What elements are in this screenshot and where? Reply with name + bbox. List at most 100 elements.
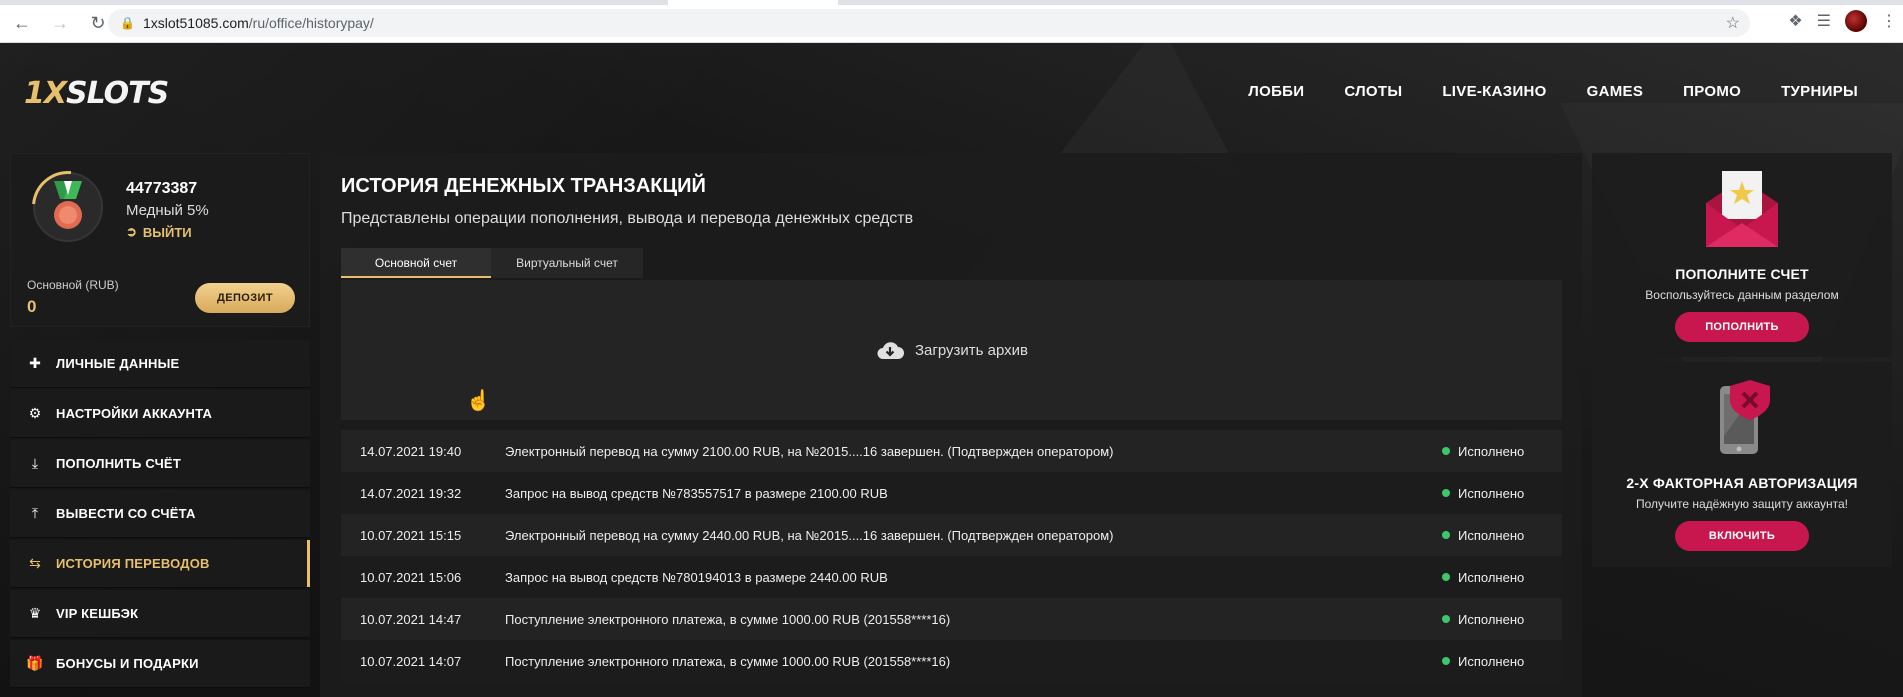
user-add-icon: ✚ bbox=[29, 355, 41, 371]
status-badge: Исполнено bbox=[1442, 486, 1562, 501]
nav-games[interactable]: GAMES bbox=[1587, 83, 1644, 100]
profile-avatar[interactable] bbox=[1845, 10, 1867, 32]
account-tabs: Основной счет Виртуальный счет bbox=[341, 248, 643, 278]
deposit-button[interactable]: ДЕПОЗИТ bbox=[195, 283, 295, 313]
sidebar-item-label: ВЫВЕСТИ СО СЧЁТА bbox=[56, 506, 196, 521]
sidebar-item-vip-cashback[interactable]: ♛ VIP КЕШБЭК bbox=[10, 590, 310, 638]
mouse-cursor-icon: ☝ bbox=[466, 390, 491, 412]
status-dot bbox=[1442, 615, 1450, 623]
promo-text: Воспользуйтесь данным разделом bbox=[1645, 288, 1839, 302]
tx-date: 10.07.2021 14:07 bbox=[360, 653, 462, 669]
tx-date: 10.07.2021 15:15 bbox=[360, 527, 462, 543]
sidebar-item-label: ПОПОЛНИТЬ СЧЁТ bbox=[56, 456, 181, 471]
back-arrow-icon[interactable]: ← bbox=[10, 11, 34, 35]
forward-arrow-icon[interactable]: → bbox=[48, 11, 72, 35]
site-logo[interactable]: 1XSLOTS bbox=[24, 76, 169, 111]
extensions-area: ❖ ☰ ⋮ bbox=[1788, 10, 1903, 32]
status-dot bbox=[1442, 489, 1450, 497]
nav-slots[interactable]: СЛОТЫ bbox=[1344, 83, 1402, 100]
gift-icon: 🎁 bbox=[26, 655, 44, 671]
tx-description: Электронный перевод на сумму 2440.00 RUB… bbox=[505, 527, 1114, 543]
address-bar[interactable]: 🔒 1xslot51085.com /ru/office/historypay/… bbox=[108, 9, 1750, 37]
logo-part-slots: SLOTS bbox=[66, 76, 169, 111]
sidebar-item-label: НАСТРОЙКИ АККАУНТА bbox=[56, 406, 213, 421]
puzzle-extension-icon[interactable]: ❖ bbox=[1788, 11, 1802, 31]
sidebar-item-withdraw[interactable]: ⤒ ВЫВЕСТИ СО СЧЁТА bbox=[10, 490, 310, 538]
media-queue-icon[interactable]: ☰ bbox=[1817, 11, 1831, 31]
tx-description: Поступление электронного платежа, в сумм… bbox=[505, 653, 951, 669]
tx-date: 10.07.2021 15:06 bbox=[360, 569, 462, 585]
nav-tournaments[interactable]: ТУРНИРЫ bbox=[1781, 83, 1858, 100]
status-text: Исполнено bbox=[1458, 527, 1525, 543]
logout-link[interactable]: ➲ ВЫЙТИ bbox=[126, 224, 192, 240]
logout-icon: ➲ bbox=[126, 224, 137, 239]
sidebar-item-label: ЛИЧНЫЕ ДАННЫЕ bbox=[56, 356, 180, 371]
nav-live-casino[interactable]: LIVE-КАЗИНО bbox=[1442, 83, 1546, 100]
table-row: 10.07.2021 14:47 Поступление электронног… bbox=[341, 598, 1562, 640]
balance-value: 0 bbox=[27, 297, 37, 316]
table-row: 10.07.2021 14:07 Поступление электронног… bbox=[341, 640, 1562, 682]
user-id: 44773387 bbox=[126, 180, 198, 197]
table-row: 14.07.2021 19:40 Электронный перевод на … bbox=[341, 430, 1562, 472]
table-row: 14.07.2021 19:32 Запрос на вывод средств… bbox=[341, 472, 1562, 514]
transactions-table: 14.07.2021 19:40 Электронный перевод на … bbox=[341, 430, 1562, 682]
status-text: Исполнено bbox=[1458, 443, 1525, 459]
sidebar-item-transfer-history[interactable]: ⇆ ИСТОРИЯ ПЕРЕВОДОВ bbox=[10, 540, 310, 588]
url-host: 1xslot51085.com bbox=[142, 15, 249, 31]
status-badge: Исполнено bbox=[1442, 612, 1562, 627]
status-dot bbox=[1442, 573, 1450, 581]
promo-deposit-button[interactable]: ПОПОЛНИТЬ bbox=[1675, 312, 1809, 342]
tab-strip bbox=[0, 0, 1903, 5]
page-subtitle: Представлены операции пополнения, вывода… bbox=[341, 210, 914, 227]
reload-icon[interactable]: ↻ bbox=[86, 11, 110, 35]
main-panel: ИСТОРИЯ ДЕНЕЖНЫХ ТРАНЗАКЦИЙ Представлены… bbox=[320, 153, 1582, 697]
site-content: 1XSLOTS ЛОББИ СЛОТЫ LIVE-КАЗИНО GAMES ПР… bbox=[0, 43, 1903, 697]
sidebar-item-deposit[interactable]: ⤓ ПОПОЛНИТЬ СЧЁТ bbox=[10, 440, 310, 488]
status-text: Исполнено bbox=[1458, 569, 1525, 585]
sidebar-item-account-settings[interactable]: ⚙ НАСТРОЙКИ АККАУНТА bbox=[10, 390, 310, 438]
archive-download-area: Загрузить архив bbox=[341, 280, 1562, 420]
bookmark-star-icon[interactable]: ☆ bbox=[1726, 13, 1740, 33]
upload-icon: ⤒ bbox=[31, 505, 39, 521]
status-dot bbox=[1442, 657, 1450, 665]
tx-date: 14.07.2021 19:40 bbox=[360, 443, 462, 459]
balance-label: Основной (RUB) bbox=[27, 278, 119, 292]
sidebar-item-bonuses[interactable]: 🎁 БОНУСЫ И ПОДАРКИ bbox=[10, 640, 310, 688]
envelope-star-icon bbox=[1706, 171, 1778, 247]
promo-enable-2fa-button[interactable]: ВКЛЮЧИТЬ bbox=[1675, 521, 1809, 551]
logo-part-1x: 1X bbox=[24, 76, 67, 111]
sidebar-item-personal-data[interactable]: ✚ ЛИЧНЫЕ ДАННЫЕ bbox=[10, 340, 310, 388]
promo-deposit-card: ПОПОЛНИТЕ СЧЕТ Воспользуйтесь данным раз… bbox=[1592, 153, 1892, 357]
site-header: 1XSLOTS ЛОББИ СЛОТЫ LIVE-КАЗИНО GAMES ПР… bbox=[0, 43, 1903, 138]
active-browser-tab[interactable] bbox=[668, 0, 838, 5]
menu-dots-icon[interactable]: ⋮ bbox=[1881, 11, 1897, 31]
download-archive-label: Загрузить архив bbox=[914, 341, 1029, 359]
nav-promo[interactable]: ПРОМО bbox=[1683, 83, 1741, 100]
table-row: 10.07.2021 15:15 Электронный перевод на … bbox=[341, 514, 1562, 556]
tx-description: Поступление электронного платежа, в сумм… bbox=[505, 611, 951, 627]
status-badge: Исполнено bbox=[1442, 570, 1562, 585]
tx-date: 10.07.2021 14:47 bbox=[360, 611, 462, 627]
crown-icon: ♛ bbox=[28, 605, 42, 621]
status-text: Исполнено bbox=[1458, 653, 1525, 669]
tx-description: Запрос на вывод средств №783557517 в раз… bbox=[505, 485, 888, 501]
status-badge: Исполнено bbox=[1442, 444, 1562, 459]
promo-2fa-card: 2-Х ФАКТОРНАЯ АВТОРИЗАЦИЯ Получите надёж… bbox=[1592, 362, 1892, 567]
cloud-download-icon bbox=[877, 342, 904, 359]
status-text: Исполнено bbox=[1458, 485, 1525, 501]
tab-virtual-account[interactable]: Виртуальный счет bbox=[491, 248, 643, 278]
tx-date: 14.07.2021 19:32 bbox=[360, 485, 462, 501]
status-dot bbox=[1442, 531, 1450, 539]
gears-icon: ⚙ bbox=[28, 405, 42, 421]
transfer-arrows-icon: ⇆ bbox=[29, 555, 41, 571]
profile-card: 44773387 Медный 5% ➲ ВЫЙТИ Основной (RUB… bbox=[10, 153, 310, 327]
status-badge: Исполнено bbox=[1442, 528, 1562, 543]
account-menu: ✚ ЛИЧНЫЕ ДАННЫЕ ⚙ НАСТРОЙКИ АККАУНТА ⤓ П… bbox=[10, 340, 310, 690]
main-nav: ЛОББИ СЛОТЫ LIVE-КАЗИНО GAMES ПРОМО ТУРН… bbox=[1248, 83, 1858, 100]
nav-lobby[interactable]: ЛОББИ bbox=[1248, 83, 1304, 100]
medal-icon bbox=[17, 156, 119, 258]
user-level: Медный 5% bbox=[126, 202, 209, 219]
tab-main-account[interactable]: Основной счет bbox=[341, 248, 491, 278]
download-archive-button[interactable]: Загрузить архив bbox=[875, 339, 1028, 361]
url-path: /ru/office/historypay/ bbox=[248, 15, 374, 31]
